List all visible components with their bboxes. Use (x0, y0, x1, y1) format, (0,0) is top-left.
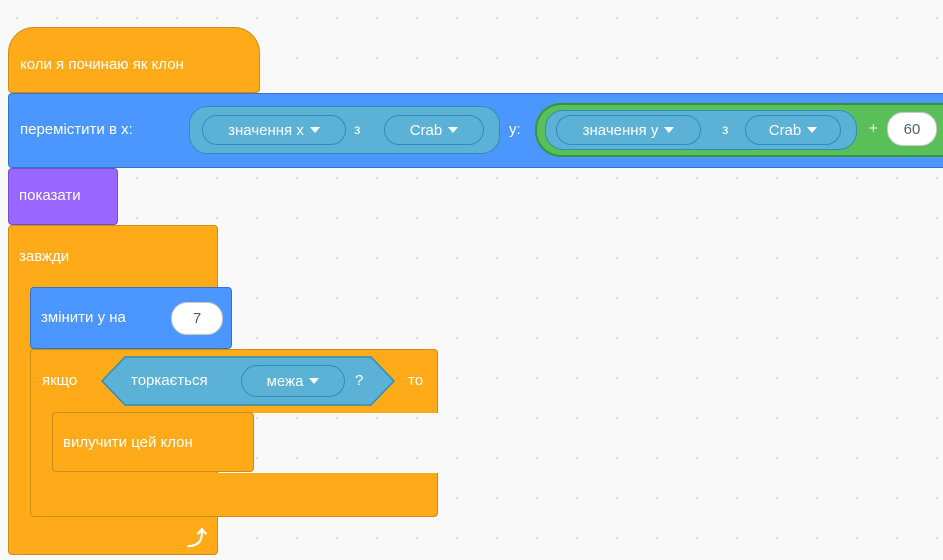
y-of-sprite-reporter[interactable]: значення y з Crab (545, 110, 857, 150)
hat-label: коли я починаю як клон (20, 56, 184, 73)
y-of-label: з (722, 121, 729, 137)
touching-target-label: межа (266, 372, 304, 390)
dropdown-arrow-icon (807, 127, 818, 133)
delete-clone-label: вилучити цей клон (63, 434, 193, 451)
delete-this-clone-block[interactable]: вилучити цей клон (52, 412, 254, 472)
y-property-label: значення y (582, 121, 659, 139)
x-sprite-label: Crab (409, 121, 443, 139)
touching-target-dropdown[interactable]: межа (241, 365, 345, 397)
x-property-label: значення x (228, 121, 304, 139)
touching-condition[interactable]: торкається межа ? (101, 356, 395, 406)
change-y-input[interactable]: 7 (171, 302, 223, 335)
dropdown-arrow-icon (309, 378, 320, 384)
show-label: показати (19, 187, 81, 204)
y-sprite-dropdown[interactable]: Crab (745, 115, 841, 145)
when-start-as-clone-hat[interactable]: коли я починаю як клон (8, 27, 260, 93)
add-operator-reporter[interactable]: значення y з Crab + 60 (535, 103, 943, 157)
plus-label: + (869, 120, 878, 137)
show-block[interactable]: показати (8, 168, 118, 225)
dropdown-arrow-icon (309, 127, 320, 133)
forever-label: завжди (19, 248, 70, 265)
touching-label: торкається (131, 372, 208, 389)
then-label: то (408, 372, 424, 389)
y-property-dropdown[interactable]: значення y (556, 115, 701, 145)
x-property-dropdown[interactable]: значення x (202, 115, 346, 145)
x-of-label: з (354, 121, 361, 137)
addend-value: 60 (903, 120, 921, 138)
question-mark: ? (355, 372, 364, 389)
change-y-label: змінити y на (41, 309, 126, 326)
dropdown-arrow-icon (664, 127, 675, 133)
if-then-block[interactable]: якщо торкається межа ? то (30, 349, 438, 413)
go-to-xy-block[interactable]: перемістити в x: значення x з Crab y: зн… (8, 93, 943, 168)
loop-arrow-icon: ⤴ (187, 528, 207, 550)
if-left-arm (30, 412, 52, 474)
dropdown-arrow-icon (448, 127, 459, 133)
change-y-value: 7 (192, 310, 202, 327)
y-sprite-label: Crab (768, 121, 802, 139)
if-label: якщо (42, 372, 78, 389)
change-y-block[interactable]: змінити y на 7 (30, 287, 232, 349)
x-sprite-dropdown[interactable]: Crab (384, 115, 484, 145)
if-bottom-arm (30, 473, 438, 517)
y-label: y: (509, 121, 521, 138)
addend-input[interactable]: 60 (887, 112, 937, 146)
x-of-sprite-reporter[interactable]: значення x з Crab (189, 106, 500, 154)
goto-label: перемістити в x: (20, 121, 133, 138)
